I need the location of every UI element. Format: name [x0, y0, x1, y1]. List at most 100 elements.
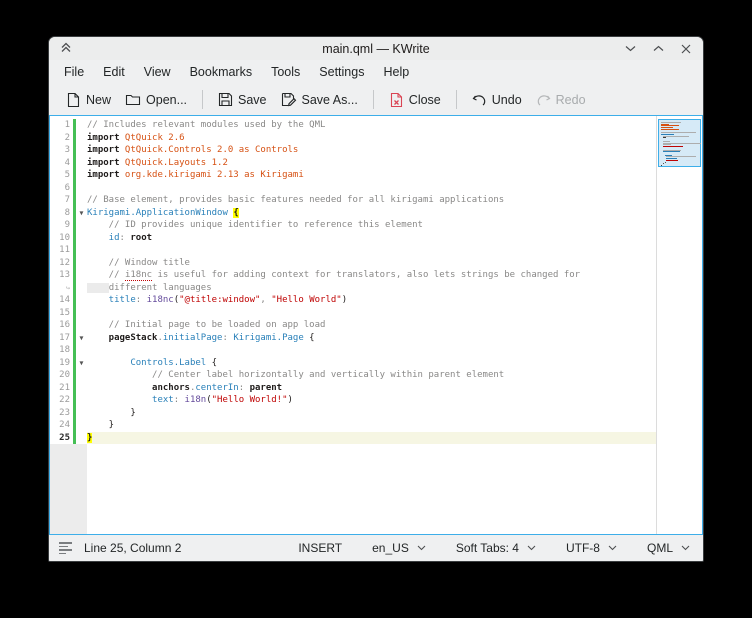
line-number: 22 — [50, 394, 73, 407]
line-settings-icon[interactable] — [59, 542, 72, 554]
syntax-selector[interactable]: QML — [647, 541, 690, 555]
menu-item-bookmarks[interactable]: Bookmarks — [184, 62, 259, 82]
new-button[interactable]: New — [59, 88, 118, 112]
toolbar: New Open... Save — [49, 84, 703, 115]
chevron-down-icon — [527, 545, 536, 551]
code-text[interactable]: different languages — [87, 282, 656, 295]
line-number: 4 — [50, 157, 73, 170]
code-text[interactable] — [87, 182, 656, 195]
floppy-save-icon — [218, 92, 233, 107]
fold-column — [76, 419, 87, 432]
code-text[interactable] — [87, 344, 656, 357]
code-text[interactable]: // Window title — [87, 257, 656, 270]
maximize-icon[interactable] — [651, 42, 665, 56]
code-line: 23 } — [50, 407, 656, 420]
chevron-down-icon — [608, 545, 617, 551]
code-text[interactable] — [87, 307, 656, 320]
menu-item-view[interactable]: View — [138, 62, 177, 82]
input-mode[interactable]: INSERT — [298, 541, 342, 555]
code-line: 9 // ID provides unique identifier to re… — [50, 219, 656, 232]
code-line: 6 — [50, 182, 656, 195]
code-text[interactable]: // Base element, provides basic features… — [87, 194, 656, 207]
code-line: 11 — [50, 244, 656, 257]
code-text[interactable]: import org.kde.kirigami 2.13 as Kirigami — [87, 169, 656, 182]
titlebar[interactable]: main.qml — KWrite — [49, 37, 703, 60]
minimap-viewport[interactable] — [658, 119, 701, 167]
menu-item-edit[interactable]: Edit — [97, 62, 131, 82]
code-line: 2import QtQuick 2.6 — [50, 132, 656, 145]
minimize-icon[interactable] — [623, 42, 637, 56]
open-button[interactable]: Open... — [118, 88, 194, 111]
code-text[interactable]: import QtQuick.Controls 2.0 as Controls — [87, 144, 656, 157]
code-text[interactable]: } — [87, 432, 656, 445]
save-button[interactable]: Save — [211, 88, 274, 111]
code-text[interactable]: import QtQuick.Layouts 1.2 — [87, 157, 656, 170]
code-text[interactable]: id: root — [87, 232, 656, 245]
fold-column — [76, 132, 87, 145]
code-text[interactable]: } — [87, 407, 656, 420]
menubar: File Edit View Bookmarks Tools Settings Help — [49, 60, 703, 84]
code-text[interactable] — [87, 244, 656, 257]
fold-column — [76, 407, 87, 420]
code-text[interactable]: pageStack.initialPage: Kirigami.Page { — [87, 332, 656, 345]
cursor-position[interactable]: Line 25, Column 2 — [84, 541, 181, 555]
double-chevron-up-icon[interactable] — [59, 40, 73, 54]
code-line: 21 anchors.centerIn: parent — [50, 382, 656, 395]
close-document-button[interactable]: Close — [382, 88, 448, 112]
code-text[interactable]: // Initial page to be loaded on app load — [87, 319, 656, 332]
line-number: 10 — [50, 232, 73, 245]
menu-item-help[interactable]: Help — [377, 62, 415, 82]
fold-arrow-icon[interactable]: ▼ — [76, 207, 87, 220]
minimap-scrollbar[interactable] — [656, 116, 702, 534]
code-line: 14 title: i18nc("@title:window", "Hello … — [50, 294, 656, 307]
undo-button[interactable]: Undo — [465, 89, 529, 111]
code-text[interactable]: Controls.Label { — [87, 357, 656, 370]
fold-column — [76, 119, 87, 132]
fold-column — [76, 182, 87, 195]
tab-mode-selector[interactable]: Soft Tabs: 4 — [456, 541, 536, 555]
line-number: 9 — [50, 219, 73, 232]
fold-arrow-icon[interactable]: ▼ — [76, 332, 87, 345]
toolbar-separator — [456, 90, 457, 109]
new-document-icon — [66, 92, 81, 108]
close-document-icon — [389, 92, 404, 108]
menu-item-file[interactable]: File — [58, 62, 90, 82]
window-title: main.qml — KWrite — [49, 42, 703, 56]
fold-column — [76, 219, 87, 232]
menu-item-settings[interactable]: Settings — [313, 62, 370, 82]
code-text[interactable]: } — [87, 419, 656, 432]
code-text[interactable]: // ID provides unique identifier to refe… — [87, 219, 656, 232]
code-area[interactable]: 1// Includes relevant modules used by th… — [50, 116, 656, 534]
save-as-button[interactable]: Save As... — [274, 88, 365, 111]
line-number: 14 — [50, 294, 73, 307]
menu-item-tools[interactable]: Tools — [265, 62, 306, 82]
code-text[interactable]: // i18nc is useful for adding context fo… — [87, 269, 656, 282]
code-text[interactable]: Kirigami.ApplicationWindow { — [87, 207, 656, 220]
minimap-line — [663, 146, 683, 147]
line-number: 16 — [50, 319, 73, 332]
fold-column — [76, 432, 87, 445]
code-text[interactable]: import QtQuick 2.6 — [87, 132, 656, 145]
code-text[interactable]: anchors.centerIn: parent — [87, 382, 656, 395]
dictionary-selector[interactable]: en_US — [372, 541, 426, 555]
line-number: 20 — [50, 369, 73, 382]
editor-view[interactable]: 1// Includes relevant modules used by th… — [49, 115, 703, 535]
line-number: 11 — [50, 244, 73, 257]
line-number: 25 — [50, 432, 73, 445]
code-text[interactable]: // Includes relevant modules used by the… — [87, 119, 656, 132]
minimap-line — [666, 160, 678, 161]
code-line: 15 — [50, 307, 656, 320]
code-text[interactable]: // Center label horizontally and vertica… — [87, 369, 656, 382]
fold-column — [76, 144, 87, 157]
kwrite-window: main.qml — KWrite File Edit View Bookmarks T… — [48, 36, 704, 562]
encoding-selector[interactable]: UTF-8 — [566, 541, 617, 555]
close-icon[interactable] — [679, 42, 693, 56]
line-number: 24 — [50, 419, 73, 432]
fold-arrow-icon[interactable]: ▼ — [76, 357, 87, 370]
fold-column — [76, 282, 87, 295]
wrap-marker-icon: ↪ — [50, 282, 73, 295]
code-text[interactable]: text: i18n("Hello World!") — [87, 394, 656, 407]
code-line: 4 import QtQuick.Layouts 1.2 — [50, 157, 656, 170]
line-number: 13 — [50, 269, 73, 282]
code-text[interactable]: title: i18nc("@title:window", "Hello Wor… — [87, 294, 656, 307]
